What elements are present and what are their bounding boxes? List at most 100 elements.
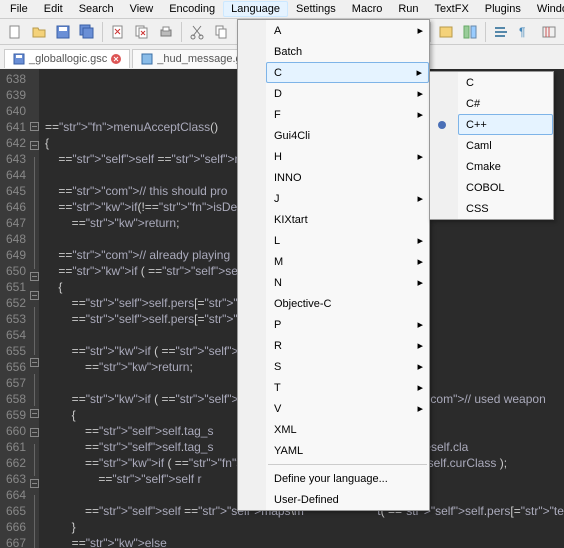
open-file-icon[interactable] (28, 21, 50, 43)
toolbar-separator (181, 22, 182, 42)
menu-item-label: XML (274, 424, 297, 436)
menu-item[interactable]: KIXtart (266, 209, 429, 230)
menu-item-label: C (274, 67, 282, 79)
tab[interactable]: _hud_message.g (132, 49, 250, 68)
language-menu: A▸BatchC▸D▸F▸Gui4CliH▸INNOJ▸KIXtartL▸M▸N… (237, 19, 430, 511)
save-all-icon[interactable] (76, 21, 98, 43)
menubar-item-run[interactable]: Run (390, 1, 426, 17)
menu-item[interactable]: User-Defined (266, 489, 429, 510)
menubar: FileEditSearchViewEncodingLanguageSettin… (0, 0, 564, 19)
fold-gutter[interactable] (30, 69, 39, 548)
line-number: 662 (6, 455, 26, 471)
menubar-item-language[interactable]: Language (223, 1, 288, 17)
menu-item[interactable]: Batch (266, 41, 429, 62)
menu-item-label: N (274, 277, 282, 289)
menu-item[interactable]: C++ (458, 114, 553, 135)
line-number: 640 (6, 103, 26, 119)
menu-item[interactable]: J▸ (266, 188, 429, 209)
submenu-arrow-icon: ▸ (417, 108, 423, 121)
line-number: 643 (6, 151, 26, 167)
line-number: 658 (6, 391, 26, 407)
code-line[interactable]: } (45, 519, 564, 535)
submenu-arrow-icon: ▸ (417, 402, 423, 415)
line-number: 641 (6, 119, 26, 135)
menu-item[interactable]: XML (266, 419, 429, 440)
menu-item[interactable]: C (458, 72, 553, 93)
menu-item-label: A (274, 25, 281, 37)
svg-text:¶: ¶ (519, 25, 525, 39)
menubar-item-file[interactable]: File (2, 1, 36, 17)
line-number: 656 (6, 359, 26, 375)
copy-icon[interactable] (210, 21, 232, 43)
line-number: 660 (6, 423, 26, 439)
menu-item[interactable]: R▸ (266, 335, 429, 356)
save-icon[interactable] (52, 21, 74, 43)
menubar-item-edit[interactable]: Edit (36, 1, 71, 17)
menu-item[interactable]: N▸ (266, 272, 429, 293)
menu-item[interactable]: D▸ (266, 83, 429, 104)
menu-item[interactable]: V▸ (266, 398, 429, 419)
fold-toggle-icon[interactable] (30, 122, 39, 131)
menu-item[interactable]: Define your language... (266, 468, 429, 489)
tab-label: _hud_message.g (157, 53, 241, 65)
menu-item[interactable]: C▸ (266, 62, 429, 83)
code-line[interactable]: =="str">"kw">else (45, 535, 564, 548)
menubar-item-view[interactable]: View (122, 1, 162, 17)
wrap-icon[interactable] (490, 21, 512, 43)
show-functions-icon[interactable] (459, 21, 481, 43)
menu-item[interactable]: T▸ (266, 377, 429, 398)
menubar-item-plugins[interactable]: Plugins (477, 1, 529, 17)
print-icon[interactable] (155, 21, 177, 43)
menu-item-label: Batch (274, 46, 302, 58)
fold-toggle-icon[interactable] (30, 141, 39, 150)
line-number: 663 (6, 471, 26, 487)
menu-item[interactable]: F▸ (266, 104, 429, 125)
menu-item[interactable]: C# (458, 93, 553, 114)
fold-toggle-icon[interactable] (30, 272, 39, 281)
show-symbols-icon[interactable]: ¶ (514, 21, 536, 43)
toggle-panel-icon[interactable] (435, 21, 457, 43)
close-all-icon[interactable] (131, 21, 153, 43)
fold-toggle-icon[interactable] (30, 409, 39, 418)
menubar-item-windo[interactable]: Windo (529, 1, 564, 17)
menu-item[interactable]: INNO (266, 167, 429, 188)
menu-item[interactable]: H▸ (266, 146, 429, 167)
fold-toggle-icon[interactable] (30, 479, 39, 488)
line-number: 665 (6, 503, 26, 519)
line-number: 651 (6, 279, 26, 295)
fold-toggle-icon[interactable] (30, 291, 39, 300)
menu-item-label: T (274, 382, 281, 394)
menubar-item-search[interactable]: Search (71, 1, 122, 17)
submenu-arrow-icon: ▸ (417, 255, 423, 268)
menu-item[interactable]: Cmake (458, 156, 553, 177)
menu-item[interactable]: P▸ (266, 314, 429, 335)
menu-item[interactable]: COBOL (458, 177, 553, 198)
menubar-item-encoding[interactable]: Encoding (161, 1, 223, 17)
menu-item[interactable]: M▸ (266, 251, 429, 272)
close-icon[interactable] (107, 21, 129, 43)
menubar-item-macro[interactable]: Macro (344, 1, 391, 17)
menu-item[interactable]: CSS (458, 198, 553, 219)
menu-item-label: D (274, 88, 282, 100)
menu-item[interactable]: A▸ (266, 20, 429, 41)
cut-icon[interactable] (186, 21, 208, 43)
submenu-arrow-icon: ▸ (417, 234, 423, 247)
menu-item[interactable]: Gui4Cli (266, 125, 429, 146)
tab-close-icon[interactable] (111, 54, 121, 64)
menu-item-label: YAML (274, 445, 303, 457)
line-number: 648 (6, 231, 26, 247)
menu-item[interactable]: Caml (458, 135, 553, 156)
line-number: 638 (6, 71, 26, 87)
menubar-item-settings[interactable]: Settings (288, 1, 344, 17)
menubar-item-textfx[interactable]: TextFX (427, 1, 477, 17)
menu-item[interactable]: YAML (266, 440, 429, 461)
menu-item[interactable]: S▸ (266, 356, 429, 377)
new-file-icon[interactable] (4, 21, 26, 43)
menu-item[interactable]: L▸ (266, 230, 429, 251)
indent-guide-icon[interactable] (538, 21, 560, 43)
line-number: 654 (6, 327, 26, 343)
fold-toggle-icon[interactable] (30, 358, 39, 367)
menu-item[interactable]: Objective-C (266, 293, 429, 314)
tab[interactable]: _globallogic.gsc (4, 49, 130, 68)
fold-toggle-icon[interactable] (30, 428, 39, 437)
